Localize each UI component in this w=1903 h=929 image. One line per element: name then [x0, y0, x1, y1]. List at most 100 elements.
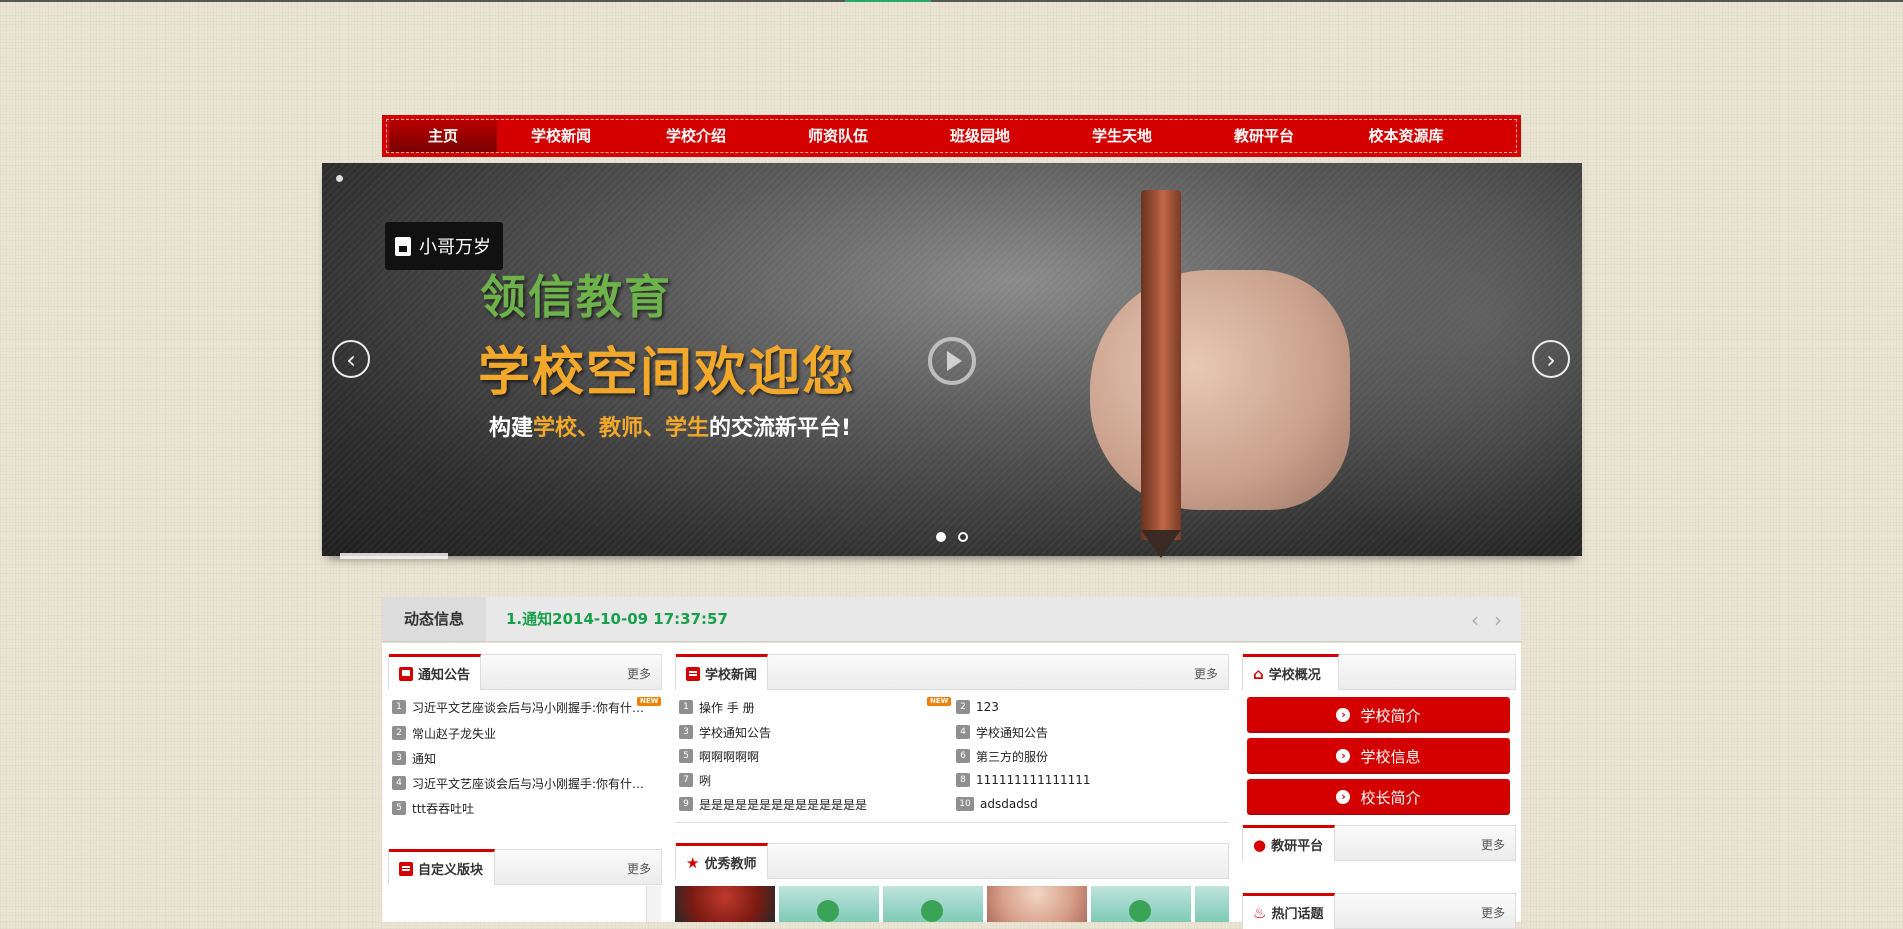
banner-subtitle-prefix: 构建 [489, 416, 534, 441]
item-number: 2 [956, 700, 970, 714]
school-news-title: 学校新闻 [705, 668, 758, 683]
school-info-button[interactable]: › 学校信息 [1247, 738, 1510, 774]
hot-topics-panel-header: ♨ 热门话题 更多 [1242, 893, 1516, 929]
tab-research[interactable]: ● 教研平台 [1243, 825, 1335, 861]
teachers-title: 优秀教师 [704, 857, 757, 872]
list-item[interactable]: 6 第三方的服份 [956, 746, 1048, 766]
copy-icon [399, 861, 413, 876]
list-item[interactable]: 8 111111111111111 [956, 770, 1091, 790]
item-text: 111111111111111 [976, 773, 1091, 787]
item-text: 学校通知公告 [976, 725, 1049, 740]
ticker-text[interactable]: 1.通知2014-10-09 17:37:57 [506, 597, 728, 641]
item-text: 是是是是是是是是是是是是是是 [699, 797, 868, 812]
list-item[interactable]: 4 习近平文艺座谈会后与冯小刚握手:你有什… [392, 773, 644, 793]
teacher-photo[interactable] [883, 886, 983, 922]
nav-item-school-news[interactable]: 学校新闻 [497, 120, 625, 152]
teacher-photo[interactable] [987, 886, 1087, 922]
list-item[interactable]: 1 习近平文艺座谈会后与冯小刚握手:你有什… [392, 697, 644, 717]
bank-icon: ⌂ [1253, 664, 1264, 683]
banner-title-line2: 学校空间欢迎您 [478, 343, 857, 403]
research-more-link[interactable]: 更多 [1481, 836, 1505, 853]
item-number: 2 [392, 726, 406, 740]
list-item[interactable]: 5 ttt吞吞吐吐 [392, 798, 474, 818]
item-number: 4 [956, 725, 970, 739]
principal-intro-button[interactable]: › 校长简介 [1247, 779, 1510, 815]
item-number: 6 [956, 749, 970, 763]
tab-notice[interactable]: 通知公告 [389, 654, 481, 690]
tab-hot-topics[interactable]: ♨ 热门话题 [1243, 893, 1335, 929]
custom-block-scrollbar[interactable] [646, 886, 661, 922]
banner-corner-dot [336, 175, 343, 182]
nav-item-resources[interactable]: 校本资源库 [1335, 120, 1477, 152]
item-text: 操作 手 册 [699, 700, 755, 715]
document-icon [686, 666, 700, 681]
banner-tag-label: 小哥万岁 [419, 237, 491, 258]
notice-more-link[interactable]: 更多 [627, 665, 651, 682]
custom-panel-header: 自定义版块 更多 [388, 849, 662, 885]
item-number: 1 [392, 700, 406, 714]
item-text: 习近平文艺座谈会后与冯小刚握手:你有什… [412, 776, 645, 791]
teacher-photo[interactable] [1091, 886, 1191, 922]
nav-item-students[interactable]: 学生天地 [1051, 120, 1193, 152]
news-ticker: 动态信息 1.通知2014-10-09 17:37:57 ‹ › [382, 597, 1521, 642]
item-text: ttt吞吞吐吐 [412, 801, 475, 816]
banner-prev-button[interactable]: ‹ [332, 340, 370, 378]
item-text: 学校通知公告 [699, 725, 772, 740]
banner-title-line1: 领信教育 [480, 270, 672, 324]
teacher-photo[interactable] [675, 886, 775, 922]
slide-dot-2[interactable] [958, 532, 968, 542]
custom-more-link[interactable]: 更多 [627, 860, 651, 877]
list-item[interactable]: 5 啊啊啊啊啊 [679, 746, 759, 766]
ticker-prev-button[interactable]: ‹ [1471, 608, 1479, 632]
list-item[interactable]: 1 操作 手 册 [679, 697, 755, 717]
nav-item-research[interactable]: 教研平台 [1193, 120, 1335, 152]
list-item[interactable]: 2 常山赵子龙失业 [392, 723, 496, 743]
list-item[interactable]: 3 通知 [392, 748, 436, 768]
document-icon [395, 236, 411, 256]
item-text: 习近平文艺座谈会后与冯小刚握手:你有什… [412, 700, 645, 715]
list-item[interactable]: 4 学校通知公告 [956, 722, 1048, 742]
overview-title: 学校概况 [1268, 668, 1321, 683]
list-item[interactable]: 10 adsdadsd [956, 794, 1038, 814]
item-text: 啊啊啊啊啊 [699, 749, 760, 764]
nav-item-class[interactable]: 班级园地 [909, 120, 1051, 152]
slide-dot-1[interactable] [936, 532, 946, 542]
banner-hand-image [1090, 270, 1350, 510]
play-icon[interactable] [928, 337, 976, 385]
teachers-panel-header: ★ 优秀教师 [675, 843, 1229, 879]
list-item[interactable]: 7咧 [679, 770, 711, 790]
main-nav-inner: 主页 学校新闻 学校介绍 师资队伍 班级园地 学生天地 教研平台 校本资源库 [386, 119, 1517, 153]
research-panel-header: ● 教研平台 更多 [1242, 825, 1516, 861]
item-number: 8 [956, 773, 970, 787]
school-news-more-link[interactable]: 更多 [1194, 665, 1218, 682]
star-icon: ★ [686, 853, 700, 872]
list-item[interactable]: 9 是是是是是是是是是是是是是是 [679, 794, 867, 814]
new-badge: NEW [927, 697, 952, 706]
tab-custom-block[interactable]: 自定义版块 [389, 849, 495, 885]
list-item[interactable]: 3 学校通知公告 [679, 722, 771, 742]
hot-topics-more-link[interactable]: 更多 [1481, 904, 1505, 921]
notice-title: 通知公告 [418, 668, 471, 683]
chat-icon: ● [1253, 835, 1267, 854]
tab-teachers[interactable]: ★ 优秀教师 [676, 843, 768, 879]
notice-panel-header: 通知公告 更多 [388, 654, 662, 690]
nav-item-teachers[interactable]: 师资队伍 [767, 120, 909, 152]
nav-item-home[interactable]: 主页 [389, 120, 497, 152]
tab-overview[interactable]: ⌂ 学校概况 [1243, 654, 1339, 690]
list-item[interactable]: 2 123 [956, 697, 999, 717]
teacher-photo[interactable] [1195, 886, 1229, 922]
school-intro-button[interactable]: › 学校简介 [1247, 697, 1510, 733]
school-news-header: 学校新闻 更多 [675, 654, 1229, 690]
banner-subtitle-suffix: 的交流新平台! [709, 416, 852, 441]
banner-next-button[interactable]: › [1532, 340, 1570, 378]
tab-school-news[interactable]: 学校新闻 [676, 654, 768, 690]
ticker-next-button[interactable]: › [1494, 608, 1502, 632]
teacher-photo[interactable] [779, 886, 879, 922]
nav-item-school-intro[interactable]: 学校介绍 [625, 120, 767, 152]
item-number: 3 [392, 751, 406, 765]
flame-icon: ♨ [1253, 903, 1267, 922]
item-number: 7 [679, 773, 693, 787]
custom-block-title: 自定义版块 [418, 863, 484, 878]
divider [675, 822, 1229, 823]
item-number: 5 [392, 801, 406, 815]
